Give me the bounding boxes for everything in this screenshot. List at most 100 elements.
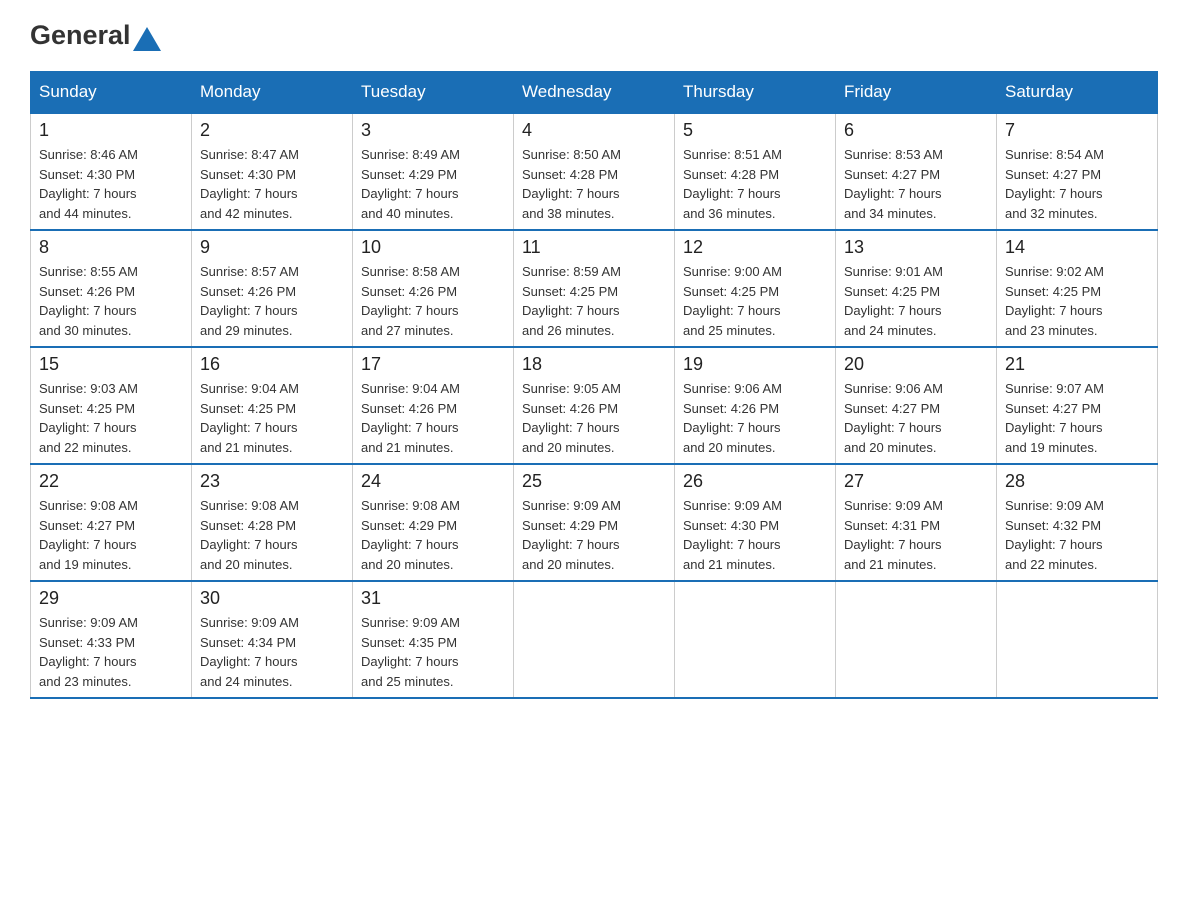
- day-info: Sunrise: 8:46 AM Sunset: 4:30 PM Dayligh…: [39, 145, 183, 223]
- week-row-2: 8 Sunrise: 8:55 AM Sunset: 4:26 PM Dayli…: [31, 230, 1158, 347]
- empty-cell: [514, 581, 675, 698]
- day-number: 9: [200, 237, 344, 258]
- day-info: Sunrise: 8:53 AM Sunset: 4:27 PM Dayligh…: [844, 145, 988, 223]
- day-number: 23: [200, 471, 344, 492]
- empty-cell: [675, 581, 836, 698]
- day-info: Sunrise: 9:09 AM Sunset: 4:35 PM Dayligh…: [361, 613, 505, 691]
- logo: General: [30, 20, 161, 51]
- day-info: Sunrise: 9:06 AM Sunset: 4:27 PM Dayligh…: [844, 379, 988, 457]
- day-number: 10: [361, 237, 505, 258]
- day-cell-18: 18 Sunrise: 9:05 AM Sunset: 4:26 PM Dayl…: [514, 347, 675, 464]
- day-number: 2: [200, 120, 344, 141]
- day-info: Sunrise: 9:00 AM Sunset: 4:25 PM Dayligh…: [683, 262, 827, 340]
- day-info: Sunrise: 9:08 AM Sunset: 4:28 PM Dayligh…: [200, 496, 344, 574]
- day-cell-19: 19 Sunrise: 9:06 AM Sunset: 4:26 PM Dayl…: [675, 347, 836, 464]
- day-number: 8: [39, 237, 183, 258]
- day-info: Sunrise: 9:08 AM Sunset: 4:27 PM Dayligh…: [39, 496, 183, 574]
- week-row-3: 15 Sunrise: 9:03 AM Sunset: 4:25 PM Dayl…: [31, 347, 1158, 464]
- day-info: Sunrise: 9:09 AM Sunset: 4:31 PM Dayligh…: [844, 496, 988, 574]
- day-number: 1: [39, 120, 183, 141]
- day-number: 14: [1005, 237, 1149, 258]
- day-info: Sunrise: 9:09 AM Sunset: 4:34 PM Dayligh…: [200, 613, 344, 691]
- day-info: Sunrise: 9:09 AM Sunset: 4:32 PM Dayligh…: [1005, 496, 1149, 574]
- day-info: Sunrise: 8:58 AM Sunset: 4:26 PM Dayligh…: [361, 262, 505, 340]
- day-cell-29: 29 Sunrise: 9:09 AM Sunset: 4:33 PM Dayl…: [31, 581, 192, 698]
- weekday-header-sunday: Sunday: [31, 72, 192, 114]
- day-number: 24: [361, 471, 505, 492]
- day-number: 29: [39, 588, 183, 609]
- day-number: 18: [522, 354, 666, 375]
- day-number: 4: [522, 120, 666, 141]
- empty-cell: [997, 581, 1158, 698]
- day-number: 26: [683, 471, 827, 492]
- day-cell-6: 6 Sunrise: 8:53 AM Sunset: 4:27 PM Dayli…: [836, 113, 997, 230]
- logo-triangle-icon: [133, 23, 161, 51]
- day-info: Sunrise: 8:59 AM Sunset: 4:25 PM Dayligh…: [522, 262, 666, 340]
- day-cell-7: 7 Sunrise: 8:54 AM Sunset: 4:27 PM Dayli…: [997, 113, 1158, 230]
- weekday-header-saturday: Saturday: [997, 72, 1158, 114]
- weekday-header-friday: Friday: [836, 72, 997, 114]
- day-number: 6: [844, 120, 988, 141]
- day-info: Sunrise: 8:54 AM Sunset: 4:27 PM Dayligh…: [1005, 145, 1149, 223]
- day-number: 21: [1005, 354, 1149, 375]
- day-cell-27: 27 Sunrise: 9:09 AM Sunset: 4:31 PM Dayl…: [836, 464, 997, 581]
- day-cell-8: 8 Sunrise: 8:55 AM Sunset: 4:26 PM Dayli…: [31, 230, 192, 347]
- day-info: Sunrise: 9:05 AM Sunset: 4:26 PM Dayligh…: [522, 379, 666, 457]
- day-cell-31: 31 Sunrise: 9:09 AM Sunset: 4:35 PM Dayl…: [353, 581, 514, 698]
- day-info: Sunrise: 9:06 AM Sunset: 4:26 PM Dayligh…: [683, 379, 827, 457]
- day-cell-1: 1 Sunrise: 8:46 AM Sunset: 4:30 PM Dayli…: [31, 113, 192, 230]
- day-info: Sunrise: 9:08 AM Sunset: 4:29 PM Dayligh…: [361, 496, 505, 574]
- day-number: 28: [1005, 471, 1149, 492]
- day-cell-28: 28 Sunrise: 9:09 AM Sunset: 4:32 PM Dayl…: [997, 464, 1158, 581]
- day-cell-23: 23 Sunrise: 9:08 AM Sunset: 4:28 PM Dayl…: [192, 464, 353, 581]
- day-number: 17: [361, 354, 505, 375]
- day-cell-4: 4 Sunrise: 8:50 AM Sunset: 4:28 PM Dayli…: [514, 113, 675, 230]
- day-info: Sunrise: 8:50 AM Sunset: 4:28 PM Dayligh…: [522, 145, 666, 223]
- day-number: 5: [683, 120, 827, 141]
- day-number: 15: [39, 354, 183, 375]
- day-cell-24: 24 Sunrise: 9:08 AM Sunset: 4:29 PM Dayl…: [353, 464, 514, 581]
- day-cell-2: 2 Sunrise: 8:47 AM Sunset: 4:30 PM Dayli…: [192, 113, 353, 230]
- day-cell-30: 30 Sunrise: 9:09 AM Sunset: 4:34 PM Dayl…: [192, 581, 353, 698]
- day-cell-26: 26 Sunrise: 9:09 AM Sunset: 4:30 PM Dayl…: [675, 464, 836, 581]
- day-number: 22: [39, 471, 183, 492]
- day-info: Sunrise: 9:09 AM Sunset: 4:33 PM Dayligh…: [39, 613, 183, 691]
- empty-cell: [836, 581, 997, 698]
- day-number: 11: [522, 237, 666, 258]
- day-cell-12: 12 Sunrise: 9:00 AM Sunset: 4:25 PM Dayl…: [675, 230, 836, 347]
- day-info: Sunrise: 9:07 AM Sunset: 4:27 PM Dayligh…: [1005, 379, 1149, 457]
- logo-general-text: General: [30, 20, 131, 51]
- week-row-5: 29 Sunrise: 9:09 AM Sunset: 4:33 PM Dayl…: [31, 581, 1158, 698]
- day-number: 16: [200, 354, 344, 375]
- day-info: Sunrise: 8:47 AM Sunset: 4:30 PM Dayligh…: [200, 145, 344, 223]
- day-cell-22: 22 Sunrise: 9:08 AM Sunset: 4:27 PM Dayl…: [31, 464, 192, 581]
- day-cell-15: 15 Sunrise: 9:03 AM Sunset: 4:25 PM Dayl…: [31, 347, 192, 464]
- day-cell-9: 9 Sunrise: 8:57 AM Sunset: 4:26 PM Dayli…: [192, 230, 353, 347]
- day-cell-25: 25 Sunrise: 9:09 AM Sunset: 4:29 PM Dayl…: [514, 464, 675, 581]
- day-cell-10: 10 Sunrise: 8:58 AM Sunset: 4:26 PM Dayl…: [353, 230, 514, 347]
- day-info: Sunrise: 9:09 AM Sunset: 4:29 PM Dayligh…: [522, 496, 666, 574]
- day-number: 7: [1005, 120, 1149, 141]
- day-info: Sunrise: 9:09 AM Sunset: 4:30 PM Dayligh…: [683, 496, 827, 574]
- day-cell-13: 13 Sunrise: 9:01 AM Sunset: 4:25 PM Dayl…: [836, 230, 997, 347]
- day-number: 12: [683, 237, 827, 258]
- weekday-header-monday: Monday: [192, 72, 353, 114]
- day-cell-11: 11 Sunrise: 8:59 AM Sunset: 4:25 PM Dayl…: [514, 230, 675, 347]
- day-info: Sunrise: 8:49 AM Sunset: 4:29 PM Dayligh…: [361, 145, 505, 223]
- day-cell-5: 5 Sunrise: 8:51 AM Sunset: 4:28 PM Dayli…: [675, 113, 836, 230]
- day-cell-14: 14 Sunrise: 9:02 AM Sunset: 4:25 PM Dayl…: [997, 230, 1158, 347]
- day-info: Sunrise: 8:55 AM Sunset: 4:26 PM Dayligh…: [39, 262, 183, 340]
- day-number: 27: [844, 471, 988, 492]
- day-number: 31: [361, 588, 505, 609]
- day-cell-16: 16 Sunrise: 9:04 AM Sunset: 4:25 PM Dayl…: [192, 347, 353, 464]
- day-number: 19: [683, 354, 827, 375]
- day-info: Sunrise: 9:03 AM Sunset: 4:25 PM Dayligh…: [39, 379, 183, 457]
- day-cell-17: 17 Sunrise: 9:04 AM Sunset: 4:26 PM Dayl…: [353, 347, 514, 464]
- day-info: Sunrise: 9:04 AM Sunset: 4:26 PM Dayligh…: [361, 379, 505, 457]
- day-info: Sunrise: 9:01 AM Sunset: 4:25 PM Dayligh…: [844, 262, 988, 340]
- week-row-4: 22 Sunrise: 9:08 AM Sunset: 4:27 PM Dayl…: [31, 464, 1158, 581]
- day-info: Sunrise: 8:51 AM Sunset: 4:28 PM Dayligh…: [683, 145, 827, 223]
- day-number: 30: [200, 588, 344, 609]
- weekday-header-row: SundayMondayTuesdayWednesdayThursdayFrid…: [31, 72, 1158, 114]
- calendar-table: SundayMondayTuesdayWednesdayThursdayFrid…: [30, 71, 1158, 699]
